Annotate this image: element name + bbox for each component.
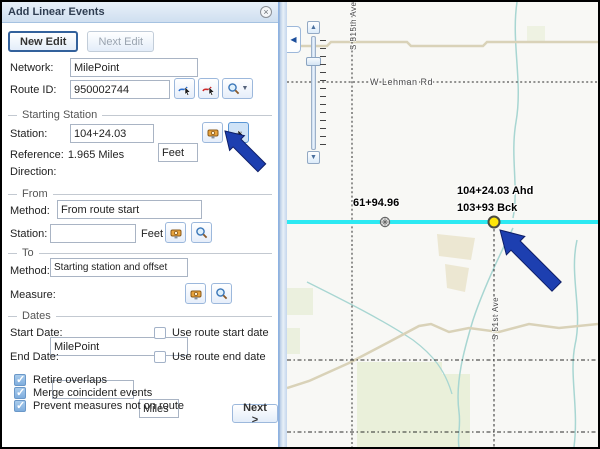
zoom-tick <box>320 72 326 73</box>
zoom-tick <box>320 56 326 57</box>
reference-value: 1.965 Miles <box>68 149 124 161</box>
network-combobox[interactable]: MilePoint <box>70 58 198 77</box>
application-window: Add Linear Events × New Edit Next Edit N… <box>0 0 600 449</box>
road-label-vertical-top: S 515th Ave <box>349 2 358 50</box>
use-route-start-date-checkbox[interactable] <box>154 327 166 339</box>
use-route-end-date-label: Use route end date <box>172 351 266 363</box>
zoom-out-button[interactable]: ▼ <box>307 151 320 164</box>
field-polygon <box>445 264 469 292</box>
legend-line <box>56 316 272 317</box>
landuse-polygon <box>357 362 470 447</box>
measure-icon <box>189 287 203 301</box>
road-label-horizontal: W Lehman Rd <box>370 77 433 87</box>
from-method-label: Method: <box>10 205 50 217</box>
zoom-tick <box>320 104 326 105</box>
direction-combobox[interactable]: From route start <box>57 200 202 219</box>
zoom-tick <box>320 88 326 89</box>
magnifier-icon <box>195 226 208 239</box>
use-route-start-date-label: Use route start date <box>172 327 269 339</box>
pick-location-icon <box>232 126 246 140</box>
to-measure-tool-button[interactable] <box>185 283 206 304</box>
magnifier-icon <box>227 82 240 95</box>
clear-route-selection-button[interactable] <box>198 78 219 99</box>
zoom-tick <box>320 80 326 81</box>
legend-line <box>53 194 272 195</box>
stream-line <box>573 240 578 447</box>
panel-titlebar: Add Linear Events × <box>2 2 278 23</box>
zoom-tick <box>320 128 326 129</box>
legend-line <box>102 115 272 116</box>
landuse-polygon <box>527 26 545 42</box>
zoom-tick <box>320 96 326 97</box>
from-legend: From <box>22 188 48 200</box>
start-date-label: Start Date: <box>10 327 63 339</box>
measure-icon <box>206 126 220 140</box>
use-route-end-date-checkbox[interactable] <box>154 351 166 363</box>
from-search-button[interactable] <box>191 222 212 243</box>
new-edit-button[interactable]: New Edit <box>8 31 78 52</box>
prevent-measures-checkbox[interactable] <box>14 400 26 412</box>
select-route-icon <box>178 82 192 96</box>
zoom-tick <box>320 40 326 41</box>
station-input[interactable] <box>70 124 154 143</box>
end-date-label: End Date: <box>10 351 59 363</box>
zoom-tick <box>320 136 326 137</box>
map-canvas <box>287 2 598 447</box>
zoom-slider-track[interactable] <box>311 36 316 150</box>
chevron-down-icon: ▼ <box>242 85 249 92</box>
direction-label: Direction: <box>10 166 56 178</box>
minor-road <box>287 42 598 46</box>
reference-label: Reference: <box>10 149 64 161</box>
field-polygon <box>437 234 475 260</box>
next-button[interactable]: Next > <box>232 404 278 423</box>
measure-icon <box>169 226 183 240</box>
zoom-slider-thumb[interactable] <box>306 57 321 66</box>
annotation-arrow-map <box>500 230 561 291</box>
route-id-input[interactable] <box>70 80 170 99</box>
from-station-unit: Feet <box>141 228 163 240</box>
map-viewport[interactable]: 61+94.96 104+24.03 Ahd 103+93 Bck W Lehm… <box>287 2 598 447</box>
station-label: Station: <box>10 128 47 140</box>
measure-tool-button[interactable] <box>202 122 223 143</box>
station-unit-combobox[interactable]: Feet <box>158 143 198 162</box>
pick-station-on-map-button[interactable] <box>228 122 249 143</box>
dates-legend: Dates <box>22 310 51 322</box>
picked-station-point[interactable] <box>489 217 500 228</box>
to-legend: To <box>22 247 34 259</box>
panel-title: Add Linear Events <box>8 6 260 18</box>
from-method-combobox[interactable]: Starting station and offset <box>50 258 188 277</box>
landuse-polygon <box>287 288 313 315</box>
prevent-measures-label: Prevent measures not on route <box>33 400 184 412</box>
landuse-polygon <box>287 328 300 354</box>
zoom-tick <box>320 112 326 113</box>
clear-selection-icon <box>202 82 216 96</box>
route-id-label: Route ID: <box>10 84 56 96</box>
legend-line <box>39 253 272 254</box>
picked-station-back-label: 103+93 Bck <box>457 202 517 214</box>
station-measure-label: 61+94.96 <box>353 197 399 209</box>
network-label: Network: <box>10 62 53 74</box>
route-search-menu-button[interactable]: ▼ <box>222 78 253 99</box>
road-label-vertical-bottom: S 51st Ave <box>491 297 500 340</box>
select-route-on-map-button[interactable] <box>174 78 195 99</box>
from-measure-tool-button[interactable] <box>165 222 186 243</box>
close-icon[interactable]: × <box>260 6 272 18</box>
zoom-tick <box>320 120 326 121</box>
to-method-label: Method: <box>10 265 50 277</box>
picked-station-ahead-label: 104+24.03 Ahd <box>457 185 533 197</box>
from-station-label: Station: <box>10 228 47 240</box>
collapse-panel-tab[interactable] <box>287 26 301 53</box>
from-station-input[interactable] <box>50 224 136 243</box>
next-edit-button[interactable]: Next Edit <box>87 31 154 52</box>
zoom-in-button[interactable]: ▲ <box>307 21 320 34</box>
to-search-button[interactable] <box>211 283 232 304</box>
starting-station-legend: Starting Station <box>22 109 97 121</box>
station-reference-marker <box>380 217 389 226</box>
zoom-tick <box>320 64 326 65</box>
zoom-tick <box>320 144 326 145</box>
zoom-tick <box>320 48 326 49</box>
add-linear-events-panel: Add Linear Events × New Edit Next Edit N… <box>2 2 279 447</box>
measure-label: Measure: <box>10 289 56 301</box>
magnifier-icon <box>215 287 228 300</box>
